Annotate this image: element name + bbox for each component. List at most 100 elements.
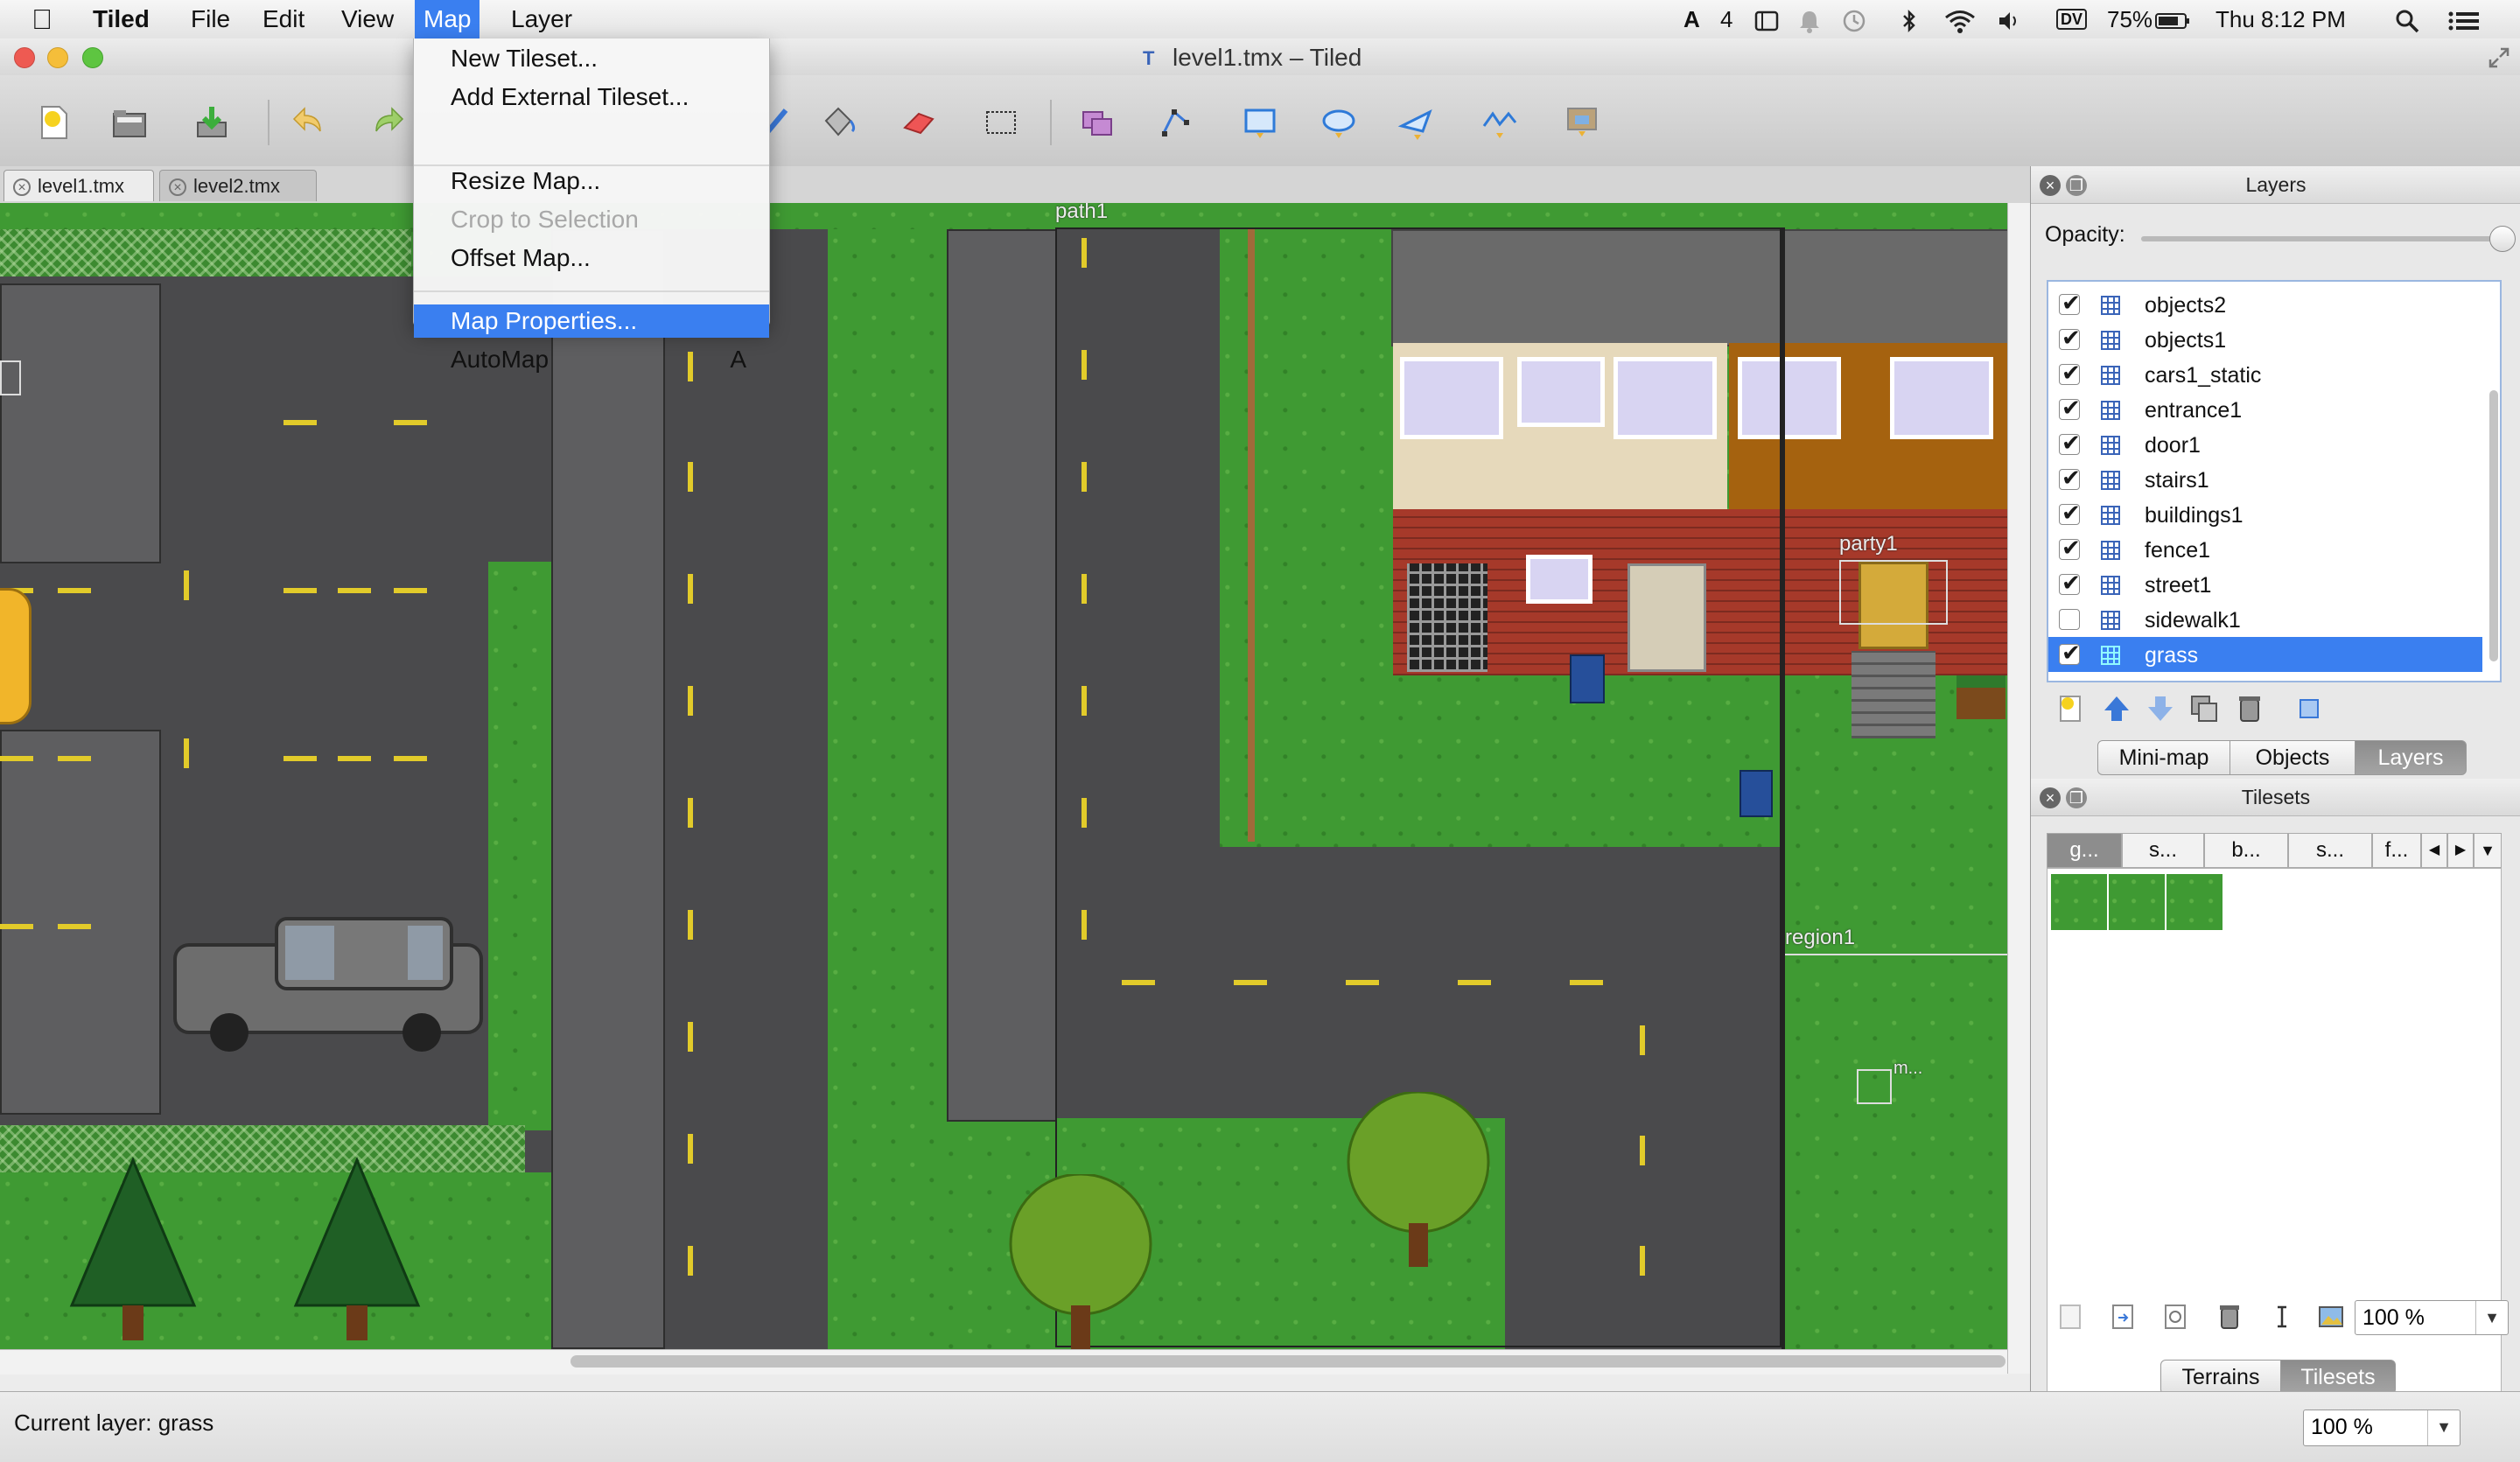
- vertical-scrollbar[interactable]: [2007, 203, 2031, 1374]
- grass-tile[interactable]: [2051, 874, 2107, 930]
- opacity-slider-knob[interactable]: [2489, 226, 2516, 252]
- tileset-tab[interactable]: f...: [2372, 833, 2421, 868]
- menu-app-name[interactable]: Tiled: [84, 0, 158, 38]
- volume-icon[interactable]: [1997, 0, 2020, 38]
- layer-properties-icon[interactable]: [2293, 693, 2325, 724]
- tab-level2[interactable]: × level2.tmx: [159, 170, 317, 201]
- eraser-icon[interactable]: [898, 101, 940, 143]
- grass-tile[interactable]: [2109, 874, 2165, 930]
- layer-visibility-checkbox[interactable]: [2059, 609, 2080, 630]
- battery-icon[interactable]: [2154, 0, 2191, 38]
- delete-tileset-icon[interactable]: [2215, 1302, 2244, 1332]
- layer-row-stairs1[interactable]: stairs1: [2048, 462, 2482, 497]
- layer-row-entrance1[interactable]: entrance1: [2048, 392, 2482, 427]
- rect-select-icon[interactable]: [980, 101, 1022, 143]
- menu-item-add-external-tileset[interactable]: Add External Tileset...: [414, 80, 769, 114]
- insert-polygon-icon[interactable]: [1396, 101, 1438, 143]
- zoom-window-button[interactable]: [82, 47, 103, 68]
- tileset-tab[interactable]: b...: [2204, 833, 2288, 868]
- new-file-icon[interactable]: [33, 101, 75, 143]
- scroll-left-icon[interactable]: ◀: [2421, 833, 2447, 868]
- menu-item-offset-map[interactable]: Offset Map...: [414, 241, 769, 275]
- map-canvas[interactable]: path1 party1 region1 m...: [0, 203, 2007, 1349]
- small-object-outline[interactable]: [0, 360, 21, 395]
- new-tileset-icon[interactable]: [2055, 1302, 2085, 1332]
- insert-polyline-icon[interactable]: [1479, 101, 1521, 143]
- tileset-zoom-select[interactable]: 100 % ▼: [2355, 1300, 2509, 1335]
- raise-layer-icon[interactable]: [2101, 693, 2132, 724]
- layer-visibility-checkbox[interactable]: [2059, 570, 2081, 597]
- redo-icon[interactable]: [366, 101, 408, 143]
- menu-layer[interactable]: Layer: [502, 0, 581, 38]
- bell-icon[interactable]: [1797, 0, 1822, 38]
- tab-mini-map[interactable]: Mini-map: [2097, 740, 2230, 775]
- layer-row-objects2[interactable]: objects2: [2048, 287, 2482, 322]
- wifi-icon[interactable]: [1942, 0, 1978, 38]
- menu-item-map-properties[interactable]: Map Properties...: [414, 304, 769, 338]
- chevron-down-icon[interactable]: ▼: [2475, 1301, 2508, 1334]
- layer-visibility-checkbox[interactable]: [2059, 640, 2081, 667]
- layer-row-grass[interactable]: grass: [2048, 637, 2482, 672]
- tab-level1[interactable]: × level1.tmx: [4, 170, 154, 201]
- edit-polygons-icon[interactable]: [1155, 101, 1197, 143]
- layer-visibility-checkbox[interactable]: [2059, 465, 2081, 492]
- layer-row-door1[interactable]: door1: [2048, 427, 2482, 462]
- tab-layers[interactable]: Layers: [2355, 740, 2467, 775]
- opacity-slider[interactable]: [2141, 236, 2512, 241]
- layer-row-fence1[interactable]: fence1: [2048, 532, 2482, 567]
- input-source-icon[interactable]: DV: [2056, 0, 2088, 38]
- clock[interactable]: Thu 8:12 PM: [2216, 0, 2346, 38]
- insert-ellipse-icon[interactable]: [1318, 101, 1360, 143]
- layer-row-cars1_static[interactable]: cars1_static: [2048, 357, 2482, 392]
- spotlight-search-icon[interactable]: [2394, 0, 2420, 38]
- grass-tile[interactable]: [2166, 874, 2222, 930]
- object-select-icon[interactable]: [1076, 101, 1118, 143]
- chevron-down-icon[interactable]: ▼: [2427, 1410, 2460, 1445]
- layer-list[interactable]: objects2 objects1 cars1_static entrance1 doo…: [2047, 280, 2502, 682]
- tab-terrains[interactable]: Terrains: [2160, 1360, 2281, 1395]
- undo-icon[interactable]: [289, 101, 331, 143]
- menu-view[interactable]: View: [332, 0, 402, 38]
- edit-tileset-icon[interactable]: [2160, 1302, 2190, 1332]
- tileset-tab[interactable]: s...: [2122, 833, 2204, 868]
- duplicate-layer-icon[interactable]: [2188, 693, 2220, 724]
- layer-visibility-checkbox[interactable]: [2059, 535, 2081, 562]
- menu-file[interactable]: File: [182, 0, 239, 38]
- tab-tilesets[interactable]: Tilesets: [2280, 1360, 2396, 1395]
- layer-row-sidewalk1[interactable]: sidewalk1: [2048, 602, 2482, 637]
- menu-item-new-tileset[interactable]: New Tileset...: [414, 42, 769, 75]
- delete-layer-icon[interactable]: [2234, 693, 2265, 724]
- bucket-fill-icon[interactable]: [817, 101, 859, 143]
- small-object-outline[interactable]: [1857, 1069, 1892, 1104]
- layer-list-scroll-thumb[interactable]: [2489, 390, 2498, 661]
- apple-icon[interactable]: : [23, 0, 61, 38]
- tab-objects[interactable]: Objects: [2230, 740, 2356, 775]
- horizontal-scroll-thumb[interactable]: [570, 1355, 2006, 1368]
- layer-row-street1[interactable]: street1: [2048, 567, 2482, 602]
- adobe-icon[interactable]: A: [1684, 0, 1700, 38]
- layer-row-objects1[interactable]: objects1: [2048, 322, 2482, 357]
- menu-item-resize-map[interactable]: Resize Map...: [414, 164, 769, 198]
- menu-edit[interactable]: Edit: [254, 0, 313, 38]
- open-file-icon[interactable]: [108, 101, 150, 143]
- layer-visibility-checkbox[interactable]: [2059, 395, 2081, 422]
- scroll-right-icon[interactable]: ▶: [2447, 833, 2474, 868]
- region-object-outline[interactable]: [1785, 954, 2007, 1349]
- close-tab-icon[interactable]: ×: [169, 178, 186, 197]
- insert-rectangle-icon[interactable]: [1239, 101, 1281, 143]
- notification-center-icon[interactable]: [2446, 0, 2482, 38]
- party-object-outline[interactable]: [1839, 560, 1948, 625]
- save-icon[interactable]: [191, 101, 233, 143]
- layer-visibility-checkbox[interactable]: [2059, 430, 2081, 457]
- menu-item-automap[interactable]: AutoMap A: [414, 343, 769, 376]
- window-icon[interactable]: [1754, 0, 1780, 38]
- close-window-button[interactable]: [14, 47, 35, 68]
- import-tileset-icon[interactable]: [2108, 1302, 2138, 1332]
- map-zoom-select[interactable]: 100 % ▼: [2303, 1410, 2460, 1446]
- tileset-menu-icon[interactable]: ▼: [2474, 833, 2502, 868]
- minimize-window-button[interactable]: [47, 47, 68, 68]
- tileset-tab[interactable]: g...: [2047, 833, 2122, 868]
- layer-list-scrollbar[interactable]: [2488, 285, 2498, 677]
- lower-layer-icon[interactable]: [2145, 693, 2176, 724]
- close-tab-icon[interactable]: ×: [13, 178, 31, 197]
